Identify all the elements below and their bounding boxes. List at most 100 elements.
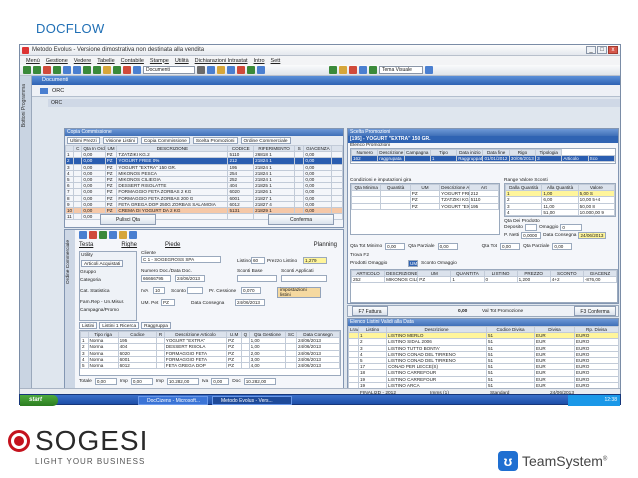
omaggio-col-header[interactable]: ARTICOLO xyxy=(350,269,386,278)
cliente-field[interactable]: C 1 - SOGEGROSS SPA xyxy=(141,256,221,263)
numero-doc-field[interactable]: 66666795 xyxy=(141,275,171,282)
condition-col-header[interactable]: Qta Minima xyxy=(350,183,382,192)
menu-item-gestione[interactable]: Gestione xyxy=(46,58,68,64)
menu-item-vedere[interactable]: Vedere xyxy=(74,58,91,64)
um-pet-field[interactable]: PZ xyxy=(161,299,175,306)
close-button[interactable]: x xyxy=(608,46,618,54)
conditions-grid[interactable]: Qta MinimaQuantitàUMDescrizione Articolo… xyxy=(350,183,500,210)
minimize-button[interactable]: _ xyxy=(586,46,596,54)
grid-tab-ricerca[interactable]: Listini 1 Ricerca xyxy=(99,322,140,329)
promotions-grid[interactable]: NumeroDescrizione PromozioneCampagnaTipo… xyxy=(350,148,616,163)
theme-combo[interactable]: Tema Visuale xyxy=(379,66,423,74)
visione-listini-button[interactable]: Visione Listini xyxy=(102,137,138,144)
range-grid[interactable]: Dalla Quantità Alla Quantità Valore 1 1,00 5… xyxy=(504,183,616,217)
help-icon[interactable] xyxy=(257,66,265,74)
alert-icon[interactable] xyxy=(237,66,245,74)
warning-icon[interactable] xyxy=(349,66,357,74)
omaggio-col-header[interactable]: DESCRIZIONE xyxy=(384,269,419,278)
menu-item-contabile[interactable]: Contabile xyxy=(121,58,144,64)
promotion-col-header[interactable]: Descrizione Promozione xyxy=(377,148,405,157)
promotion-col-header[interactable]: Campagna xyxy=(403,148,431,157)
order-line-col-header[interactable]: Qta Gestione xyxy=(248,331,287,339)
range-col-header[interactable]: Dalla Quantità xyxy=(504,183,543,192)
listino-field[interactable]: 60 xyxy=(251,257,265,264)
documents-combo[interactable]: Documenti xyxy=(143,66,195,74)
theme-icon[interactable] xyxy=(369,66,377,74)
ultimi-prezzi-button[interactable]: Ultimi Prezzi xyxy=(67,137,100,144)
omaggio-grid[interactable]: ARTICOLO DESCRIZIONE UM QUANTITA LISTINO PREZ… xyxy=(350,269,618,284)
menu-item-stampe[interactable]: Stampe xyxy=(150,58,169,64)
order-lines-grid[interactable]: Tipo riga Codice R Descrizione Articolo U.M Q… xyxy=(80,331,340,370)
menu-item-menu[interactable]: Menù xyxy=(26,58,40,64)
menu-item-utilita[interactable]: Utilità xyxy=(175,58,189,64)
scelta-promozioni-button[interactable]: Scelta Promozioni xyxy=(192,137,238,144)
deposito-field[interactable] xyxy=(524,224,537,231)
tab-testa[interactable]: Testa xyxy=(79,242,93,248)
tab-piede[interactable]: Piede xyxy=(165,242,180,248)
sconti-base-field[interactable] xyxy=(237,275,277,282)
user-icon[interactable] xyxy=(133,66,141,74)
refresh-icon[interactable] xyxy=(83,66,91,74)
cancel-icon[interactable] xyxy=(89,231,97,239)
data-consegna-field[interactable]: 24/06/2013 xyxy=(235,299,265,306)
range-col-header[interactable]: Alla Quantità xyxy=(541,183,579,192)
conferma-commission-button[interactable]: Conferma xyxy=(268,214,334,225)
grid-tab-listini[interactable]: Listini xyxy=(79,322,98,329)
listino-col-header[interactable]: Lrav xyxy=(348,325,359,334)
print-order-icon[interactable] xyxy=(109,231,117,239)
new-icon[interactable] xyxy=(53,66,61,74)
mail-icon[interactable] xyxy=(207,66,215,74)
menu-item-sett[interactable]: Sett xyxy=(271,58,281,64)
condition-row[interactable]: PZYOGURT "EXTRA" 150 GR195 xyxy=(350,202,500,210)
back-icon[interactable] xyxy=(23,66,31,74)
tab-righe[interactable]: Righe xyxy=(121,242,137,248)
calendar-icon[interactable] xyxy=(247,66,255,74)
start-button[interactable]: start xyxy=(20,395,58,406)
grid-icon[interactable] xyxy=(113,66,121,74)
data-doc-field[interactable]: 24/06/2013 xyxy=(175,275,205,282)
home-icon[interactable] xyxy=(79,231,87,239)
edit-icon[interactable] xyxy=(119,231,127,239)
add-icon[interactable] xyxy=(99,231,107,239)
order-line-row[interactable]: 5 Norma 6012 FETA GREGA DOP PZ 4,00 24/06/2013 xyxy=(80,361,340,370)
planning-tab[interactable]: Planning xyxy=(314,242,337,248)
calc-icon[interactable] xyxy=(197,66,205,74)
articoli-acquistati-button[interactable]: Articoli Acquistati xyxy=(81,260,124,267)
grid-tab-raggruppa[interactable]: Raggruppa xyxy=(141,322,171,329)
promo-data-consegna-field[interactable]: 24/06/2013 xyxy=(578,232,607,239)
promotion-row[interactable]: 162 raggrupata 1 Raggruppata 01/01/2012 30/06… xyxy=(350,155,616,163)
range-row[interactable]: 4 51,00 10.000,00 9 xyxy=(504,208,616,217)
tools-icon[interactable] xyxy=(329,66,337,74)
delete-icon[interactable] xyxy=(123,66,131,74)
omaggio-row[interactable]: 252MIKONOS CILIEGIAPZ101,2004+2-876,00 xyxy=(350,276,618,284)
info-icon[interactable] xyxy=(339,66,347,74)
promotion-col-header[interactable]: Data inizio xyxy=(456,148,484,157)
task-metodo-evolus[interactable]: Metodo Evolus - Vers... xyxy=(212,396,292,405)
menu-item-intro[interactable]: Intro xyxy=(254,58,265,64)
omaggio-field[interactable]: 0 xyxy=(560,224,583,231)
print-icon[interactable] xyxy=(93,66,101,74)
sconto-field[interactable] xyxy=(187,287,203,294)
prezzo-listino-field[interactable]: 1,279 xyxy=(303,257,327,264)
menu-item-intrastat[interactable]: Dichiarazioni Intrastat xyxy=(195,58,248,64)
ordine-commerciale-button[interactable]: Ordine Commerciale xyxy=(240,137,291,144)
trova-label[interactable]: Trova F2 xyxy=(350,253,369,258)
forward-icon[interactable] xyxy=(33,66,41,74)
commission-col-header[interactable]: Qta In Ord xyxy=(81,144,106,153)
fattura-button[interactable]: F7 Fattura xyxy=(352,306,388,316)
promotion-col-header[interactable]: Tipologia xyxy=(535,148,563,157)
folder-icon[interactable] xyxy=(103,66,111,74)
exit-icon[interactable] xyxy=(425,66,433,74)
chart-icon[interactable] xyxy=(227,66,235,74)
menu-item-tabelle[interactable]: Tabelle xyxy=(97,58,114,64)
program-buttons-sidebar[interactable]: Bottoni Programma xyxy=(20,76,32,398)
star-icon[interactable] xyxy=(217,66,225,74)
documents-tab[interactable]: Documenti xyxy=(42,77,68,83)
save-icon[interactable] xyxy=(63,66,71,74)
open-icon[interactable] xyxy=(73,66,81,74)
copia-commissione-button[interactable]: Copia Commissione xyxy=(140,137,190,144)
search-icon[interactable] xyxy=(129,231,137,239)
task-doccizens[interactable]: DocCizens - Microsoft... xyxy=(138,396,208,405)
prezzo-field[interactable]: 0,0000 xyxy=(521,232,542,239)
commission-grid[interactable]: C Qta In Ord UM DESCRIZIONE CODICE RIFERIMENT… xyxy=(64,144,343,221)
